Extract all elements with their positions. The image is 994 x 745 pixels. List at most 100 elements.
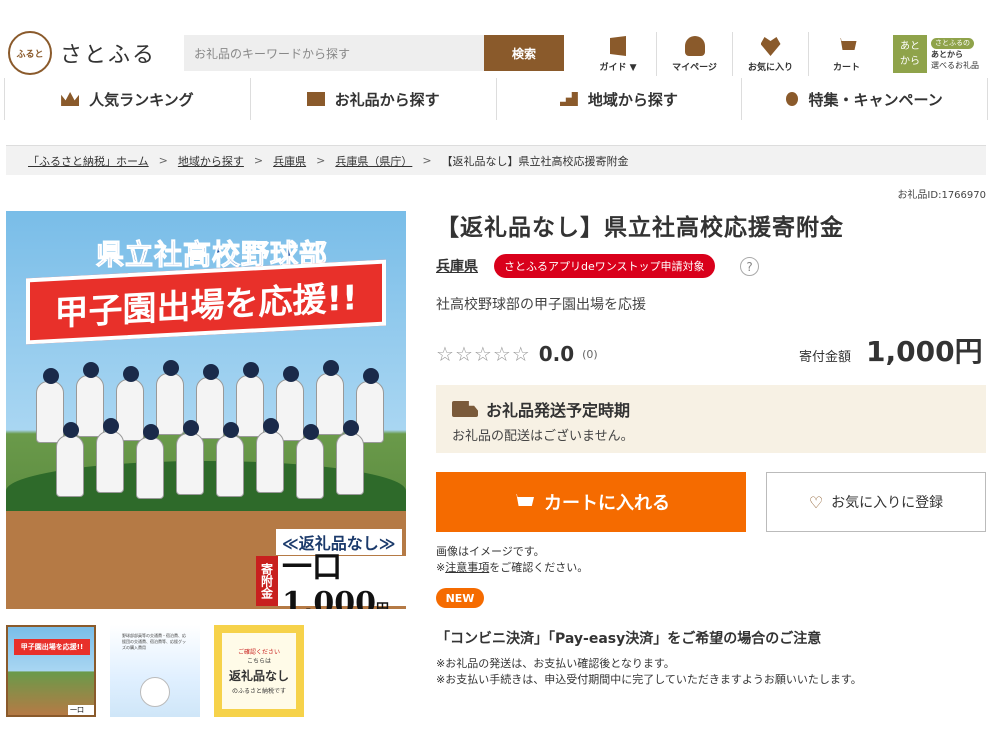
- gift-id: お礼品ID:1766970: [897, 190, 986, 201]
- thumbnail-strip: 甲子園出場を応援!! 一口1,000円 野球部部員等の交通費・宿泊費、応援団の交…: [6, 625, 304, 717]
- main-nav-campaign[interactable]: 特集・キャンペーン: [741, 78, 988, 120]
- atokara-pill: さとふるの: [931, 38, 974, 49]
- breadcrumb-separator: >: [422, 154, 432, 167]
- shipping-body: お礼品の配送はございません。: [452, 429, 634, 444]
- nav-cart[interactable]: カート: [808, 32, 884, 76]
- player-figure: [56, 422, 84, 497]
- breadcrumb-separator: >: [253, 154, 264, 167]
- image-kifu-amount-value: 一口1,000: [282, 549, 376, 610]
- player-figure: [156, 360, 184, 435]
- atokara-box-bottom: から: [900, 56, 920, 67]
- player-figure: [116, 366, 144, 441]
- atokara-box-top: あと: [900, 41, 920, 52]
- thumbnail-3-card: ご確認ください こちらは 返礼品なし のふるさと納税です: [222, 633, 296, 709]
- product-main-image[interactable]: 県立社高校野球部 甲子園出場を応援!! ≪返礼品なし≫ 寄附金 一口1,000円: [6, 211, 406, 609]
- rating-value: 0.0: [538, 342, 575, 366]
- payment-notice-line1: ※お礼品の発送は、お支払い確認後となります。: [436, 657, 675, 670]
- nav-guide[interactable]: ガイド ▼: [580, 32, 656, 76]
- payment-notice-line2: ※お支払い手続きは、申込受付期間中に完了していただきますようお願いいたします。: [436, 673, 862, 686]
- logo-mark: ふると: [8, 31, 52, 75]
- prefecture-link[interactable]: 兵庫県: [436, 256, 478, 276]
- nav-guide-label: ガイド ▼: [599, 63, 637, 73]
- add-to-favorites-button[interactable]: ♡ お気に入りに登録: [766, 472, 986, 532]
- baseball-icon: [140, 677, 170, 707]
- image-note: 画像はイメージです。: [436, 545, 545, 558]
- shipping-heading: お礼品発送予定時期: [486, 401, 631, 420]
- rating-stars: ☆ ☆ ☆ ☆ ☆ 0.0 (0): [436, 342, 598, 366]
- gift-icon: [306, 92, 325, 106]
- heart-outline-icon: ♡: [808, 492, 824, 512]
- help-icon[interactable]: ?: [740, 257, 759, 276]
- player-figure: [256, 418, 284, 493]
- app-onestop-badge: さとふるアプリdeワンストップ申請対象: [494, 254, 715, 278]
- breadcrumb-separator: >: [158, 154, 168, 167]
- nav-favorites-label: お気に入り: [747, 63, 793, 73]
- site-header: ふると さとふる お礼品のキーワードから探す 検索 ガイド ▼ マイページ お気…: [0, 0, 994, 78]
- player-figure: [336, 420, 364, 495]
- thumbnail-1-price: 一口1,000円: [68, 705, 94, 715]
- player-figure: [176, 420, 204, 495]
- star-icon: ☆: [492, 342, 511, 366]
- player-figure: [296, 424, 324, 499]
- amount-label: 寄付金額: [799, 350, 852, 365]
- nav-mypage[interactable]: マイページ: [656, 32, 732, 76]
- guide-icon: [610, 36, 626, 56]
- player-figure: [76, 362, 104, 437]
- product-description: 社高校野球部の甲子園出場を応援: [436, 297, 646, 313]
- search-input[interactable]: お礼品のキーワードから探す: [184, 35, 484, 71]
- player-figure: [36, 368, 64, 443]
- atokara-line2: 選べるお礼品: [931, 61, 979, 70]
- thumbnail-2[interactable]: 野球部部員等の交通費・宿泊費、応援団の交通費、宿泊費等、応援グッズの購入費用: [110, 625, 200, 717]
- player-figure: [196, 364, 224, 439]
- star-icon: ☆: [473, 342, 492, 366]
- image-price-box: 寄附金 一口1,000円: [256, 550, 406, 609]
- image-notes: 画像はイメージです。 ※注意事項をご確認ください。: [436, 544, 588, 576]
- thumbnail-3[interactable]: ご確認ください こちらは 返礼品なし のふるさと納税です: [214, 625, 304, 717]
- nav-favorites[interactable]: お気に入り: [732, 32, 808, 76]
- thumbnail-3-post: のふるさと納税です: [231, 688, 286, 695]
- search-bar: お礼品のキーワードから探す 検索: [184, 35, 564, 71]
- nav-mypage-label: マイページ: [672, 63, 717, 73]
- search-button[interactable]: 検索: [484, 35, 564, 71]
- product-title: 【返礼品なし】県立社高校応援寄附金: [436, 215, 844, 241]
- main-nav: 人気ランキング お礼品から探す 地域から探す 特集・キャンペーン: [4, 78, 988, 120]
- thumbnail-2-text: 野球部部員等の交通費・宿泊費、応援団の交通費、宿泊費等、応援グッズの購入費用: [122, 633, 186, 650]
- atokara-line1: あとから: [931, 50, 963, 59]
- payment-notice-heading: 「コンビニ決済」「Pay-easy決済」をご希望の場合のご注意: [436, 631, 822, 647]
- thumbnail-1[interactable]: 甲子園出場を応援!! 一口1,000円: [6, 625, 96, 717]
- truck-icon: [452, 401, 478, 417]
- atokara-banner[interactable]: あと から さとふるの あとから 選べるお礼品: [893, 34, 989, 74]
- player-figure: [216, 422, 244, 497]
- breadcrumb-prefecture[interactable]: 兵庫県: [273, 153, 306, 169]
- player-figure: [316, 360, 344, 435]
- site-logo[interactable]: ふると さとふる: [8, 31, 156, 75]
- crown-icon: [61, 92, 80, 106]
- thumbnail-3-main: 返礼品なし: [228, 669, 289, 683]
- add-to-cart-button[interactable]: カートに入れる: [436, 472, 746, 532]
- breadcrumb: 「ふるさと納税」ホーム > 地域から探す > 兵庫県 > 兵庫県（県庁） > 【…: [6, 145, 986, 175]
- payment-notice-body: ※お礼品の発送は、お支払い確認後となります。 ※お支払い手続きは、申込受付期間中…: [436, 656, 862, 688]
- caution-link[interactable]: 注意事項: [445, 561, 489, 574]
- heart-icon: [760, 37, 781, 56]
- player-figure: [356, 368, 384, 443]
- star-icon: ☆: [454, 342, 473, 366]
- header-nav: ガイド ▼ マイページ お気に入り カート: [580, 32, 884, 76]
- main-nav-campaign-label: 特集・キャンペーン: [808, 90, 943, 109]
- atokara-logo: あと から: [893, 35, 927, 73]
- add-to-cart-label: カートに入れる: [544, 493, 670, 514]
- image-kifu-unit: 円: [375, 601, 389, 610]
- player-figure: [236, 362, 264, 437]
- breadcrumb-current: 【返礼品なし】県立社高校応援寄附金: [441, 154, 629, 168]
- breadcrumb-region[interactable]: 地域から探す: [178, 153, 244, 169]
- main-nav-ranking-label: 人気ランキング: [89, 90, 194, 109]
- breadcrumb-municipality[interactable]: 兵庫県（県庁）: [335, 153, 412, 169]
- breadcrumb-separator: >: [316, 154, 326, 167]
- main-nav-gifts-label: お礼品から探す: [334, 90, 440, 109]
- main-nav-gifts[interactable]: お礼品から探す: [249, 78, 496, 120]
- star-icon: ☆: [511, 342, 530, 366]
- star-icon: ☆: [436, 342, 454, 366]
- main-nav-region[interactable]: 地域から探す: [495, 78, 742, 120]
- breadcrumb-home[interactable]: 「ふるさと納税」ホーム: [28, 153, 149, 169]
- review-count[interactable]: (0): [582, 348, 598, 361]
- main-nav-ranking[interactable]: 人気ランキング: [4, 78, 250, 120]
